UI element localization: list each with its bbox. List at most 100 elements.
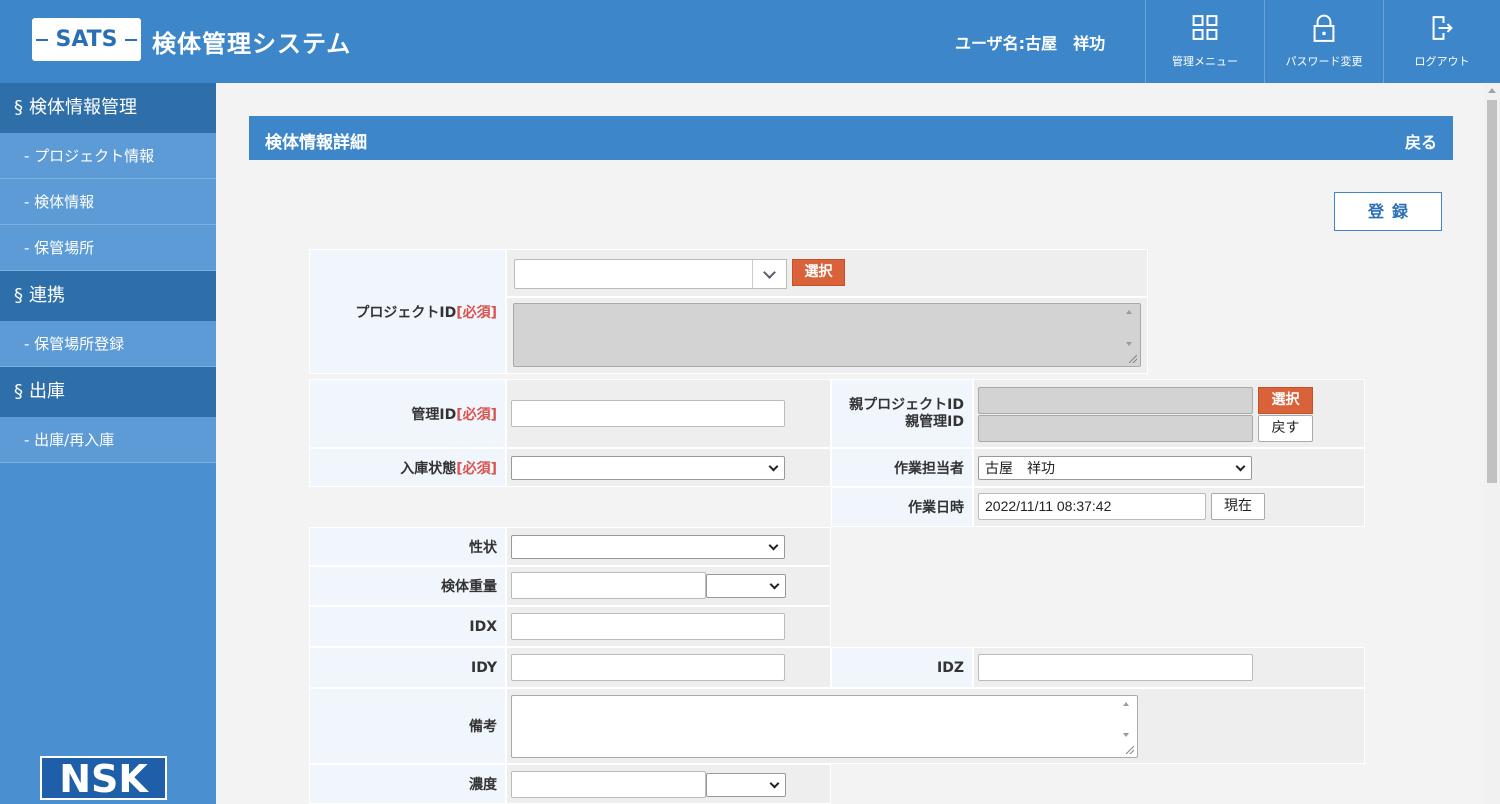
section-mark-icon: § bbox=[14, 285, 23, 306]
label-text: 入庫状態 bbox=[400, 460, 457, 477]
scroll-thumb[interactable] bbox=[1487, 100, 1497, 483]
sidebar-item-shipping[interactable]: - 出庫/再入庫 bbox=[0, 417, 216, 463]
required-tag: [必須] bbox=[456, 304, 497, 321]
back-link[interactable]: 戻る bbox=[1405, 129, 1437, 153]
scroll-up-icon[interactable] bbox=[1488, 88, 1496, 93]
idx-input[interactable] bbox=[511, 613, 785, 640]
lock-icon bbox=[1313, 14, 1335, 42]
logout-label: ログアウト bbox=[1414, 55, 1470, 68]
weight-unit-select[interactable] bbox=[706, 574, 786, 598]
parent-project-id-label: 親プロジェクトID bbox=[849, 396, 964, 413]
conc-input[interactable] bbox=[511, 771, 706, 798]
chevron-down-icon bbox=[1235, 461, 1246, 472]
scroll-down-icon bbox=[1126, 342, 1132, 346]
worker-label-cell: 作業担当者 bbox=[831, 448, 973, 487]
password-change-button[interactable]: パスワード変更 bbox=[1264, 0, 1383, 83]
sidebar-section-link: § 連携 bbox=[0, 271, 216, 321]
sidebar-section-specimen: § 検体情報管理 bbox=[0, 83, 216, 133]
weight-input[interactable] bbox=[511, 572, 706, 599]
sats-logo: SATS bbox=[32, 18, 141, 61]
kanri-id-input[interactable] bbox=[511, 400, 785, 427]
conc-label: 濃度 bbox=[469, 777, 497, 793]
scroll-up-icon bbox=[1123, 702, 1129, 706]
idy-label-cell: IDY bbox=[309, 647, 506, 688]
idz-label: IDZ bbox=[937, 659, 964, 676]
parent-select-button[interactable]: 選択 bbox=[1258, 387, 1313, 414]
scroll-down-icon bbox=[1123, 733, 1129, 737]
work-date-label-cell: 作業日時 bbox=[831, 487, 973, 527]
note-label-cell: 備考 bbox=[309, 688, 506, 764]
idy-label: IDY bbox=[471, 659, 497, 676]
label-text: プロジェクトID bbox=[355, 304, 457, 321]
sidebar-section-shipping: § 出庫 bbox=[0, 367, 216, 417]
chevron-down-icon bbox=[768, 540, 779, 551]
sidebar-item-storage[interactable]: - 保管場所 bbox=[0, 225, 216, 271]
seijo-label-cell: 性状 bbox=[309, 527, 506, 566]
seijo-label: 性状 bbox=[469, 539, 497, 556]
resize-grip-icon[interactable] bbox=[1129, 355, 1137, 363]
sidebar-item-specimen[interactable]: - 検体情報 bbox=[0, 179, 216, 225]
section-mark-icon: § bbox=[14, 381, 23, 402]
required-tag: [必須] bbox=[456, 460, 497, 477]
app-header: SATS 検体管理システム ユーザ名:古屋 祥功 管理メニュー パスワード変更 … bbox=[0, 0, 1500, 83]
idz-label-cell: IDZ bbox=[831, 647, 973, 688]
sidebar-item-project[interactable]: - プロジェクト情報 bbox=[0, 133, 216, 179]
parent-reset-button[interactable]: 戻す bbox=[1258, 415, 1313, 442]
project-info-textarea[interactable] bbox=[513, 303, 1141, 367]
seijo-select[interactable] bbox=[511, 535, 785, 559]
logo-text: SATS bbox=[55, 27, 118, 52]
parent-label-cell: 親プロジェクトID 親管理ID bbox=[831, 379, 973, 448]
sidebar-item-storage-register[interactable]: - 保管場所登録 bbox=[0, 321, 216, 367]
work-date-label: 作業日時 bbox=[908, 500, 964, 516]
project-select-button[interactable]: 選択 bbox=[792, 259, 845, 286]
logout-icon bbox=[1432, 16, 1453, 40]
resize-grip-icon[interactable] bbox=[1126, 746, 1134, 754]
nyuko-label: 入庫状態[必須] bbox=[400, 458, 497, 478]
panel-header: 検体情報詳細 戻る bbox=[249, 116, 1453, 160]
nsk-logo-text: NSK bbox=[59, 757, 149, 800]
worker-select[interactable]: 古屋 祥功 bbox=[978, 456, 1252, 480]
page-title: 検体情報詳細 bbox=[265, 133, 367, 153]
scroll-up-icon bbox=[1126, 310, 1132, 314]
worker-label: 作業担当者 bbox=[894, 460, 964, 477]
chevron-down-icon bbox=[769, 778, 780, 789]
idx-label: IDX bbox=[469, 618, 497, 635]
grid-icon bbox=[1192, 15, 1218, 40]
idz-input[interactable] bbox=[978, 654, 1253, 681]
label-text: 管理ID bbox=[411, 406, 457, 423]
nyuko-label-cell: 入庫状態[必須] bbox=[309, 448, 506, 487]
admin-menu-label: 管理メニュー bbox=[1172, 55, 1238, 68]
conc-label-cell: 濃度 bbox=[309, 764, 506, 804]
project-id-combo-toggle[interactable] bbox=[752, 259, 787, 289]
nsk-logo: NSK bbox=[40, 756, 167, 800]
sidebar: § 検体情報管理 - プロジェクト情報 - 検体情報 - 保管場所 § 連携 - 保… bbox=[0, 83, 216, 804]
sidebar-section-label: 検体情報管理 bbox=[29, 97, 137, 118]
kanri-id-label: 管理ID[必須] bbox=[411, 404, 497, 424]
parent-project-id-field bbox=[978, 387, 1253, 414]
project-id-label-cell: プロジェクトID[必須] bbox=[309, 249, 506, 374]
user-name: ユーザ名:古屋 祥功 bbox=[955, 34, 1106, 53]
required-tag: [必須] bbox=[456, 406, 497, 423]
worker-select-value: 古屋 祥功 bbox=[985, 460, 1055, 476]
conc-unit-select[interactable] bbox=[706, 773, 786, 797]
now-button[interactable]: 現在 bbox=[1211, 493, 1265, 520]
nyuko-select[interactable] bbox=[511, 456, 785, 480]
note-label: 備考 bbox=[469, 719, 497, 735]
weight-label: 検体重量 bbox=[441, 579, 497, 595]
idx-label-cell: IDX bbox=[309, 606, 506, 647]
page-scrollbar[interactable] bbox=[1484, 83, 1500, 804]
admin-menu-button[interactable]: 管理メニュー bbox=[1145, 0, 1264, 83]
parent-kanri-id-field bbox=[978, 415, 1253, 442]
work-date-input[interactable]: 2022/11/11 08:37:42 bbox=[978, 493, 1206, 520]
chevron-down-icon bbox=[763, 266, 776, 279]
chevron-down-icon bbox=[768, 461, 779, 472]
idy-input[interactable] bbox=[511, 654, 785, 681]
project-id-label: プロジェクトID[必須] bbox=[355, 302, 497, 322]
kanri-id-label-cell: 管理ID[必須] bbox=[309, 379, 506, 448]
parent-labels: 親プロジェクトID 親管理ID bbox=[849, 397, 964, 431]
note-textarea[interactable] bbox=[511, 695, 1138, 758]
logout-button[interactable]: ログアウト bbox=[1383, 0, 1500, 83]
project-id-combo-input[interactable] bbox=[514, 259, 753, 289]
weight-label-cell: 検体重量 bbox=[309, 566, 506, 606]
register-button[interactable]: 登録 bbox=[1334, 192, 1442, 231]
